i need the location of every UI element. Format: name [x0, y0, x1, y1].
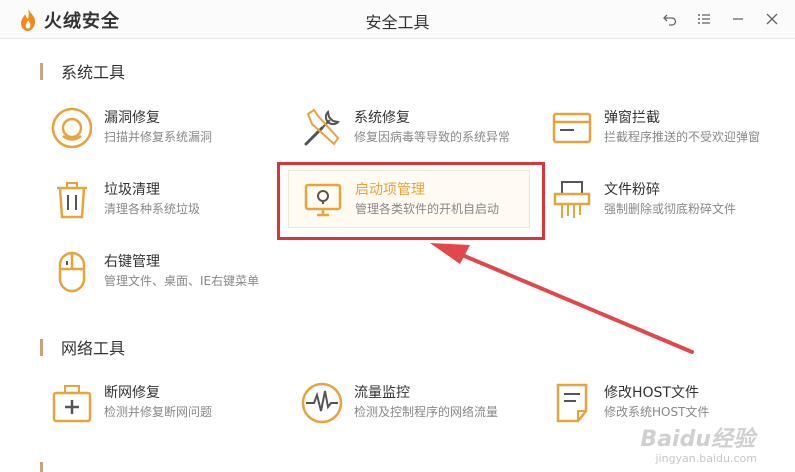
- tool-traffic-monitor[interactable]: 流量监控 检测及控制程序的网络流量: [300, 381, 540, 425]
- first-aid-icon: [52, 385, 92, 423]
- tool-name: 修改HOST文件: [604, 385, 699, 401]
- section-title-network-tools: 网络工具: [40, 335, 125, 359]
- watermark-url: jingyan.baidu.com: [655, 452, 757, 465]
- host-file-icon: [556, 383, 588, 423]
- traffic-wave-icon: [301, 382, 343, 424]
- watermark-logo: Baidu经验: [640, 427, 755, 452]
- tool-modify-host[interactable]: 修改HOST文件 修改系统HOST文件: [550, 381, 790, 425]
- tool-network-repair[interactable]: 断网修复 检测并修复断网问题: [50, 381, 280, 425]
- tool-name: 流量监控: [354, 385, 410, 401]
- tool-name: 断网修复: [104, 385, 160, 401]
- tool-desc: 检测并修复断网问题: [104, 405, 213, 419]
- tool-desc: 检测及控制程序的网络流量: [354, 405, 499, 419]
- tool-desc: 修改系统HOST文件: [604, 405, 710, 419]
